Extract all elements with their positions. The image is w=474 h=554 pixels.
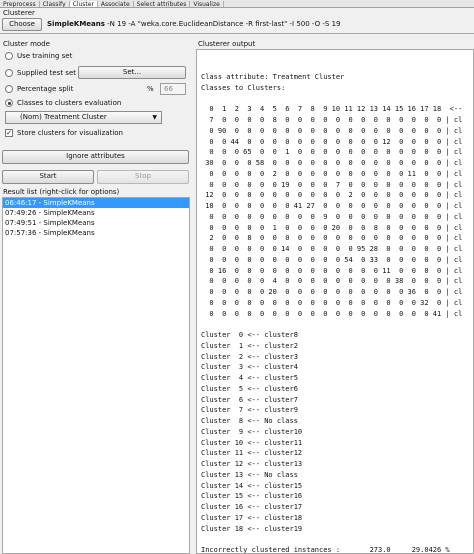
result-list-title: Result list (right-click for options) bbox=[3, 188, 120, 196]
clusterer-options: -N 19 -A "weka.core.EuclideanDistance -R… bbox=[104, 20, 341, 28]
output-line: Cluster 7 <-- cluster9 bbox=[201, 406, 298, 415]
output-line: Cluster 18 <-- cluster19 bbox=[201, 524, 303, 533]
output-line: 2 0 0 8 0 0 0 0 0 0 0 0 0 0 0 0 0 0 0 | … bbox=[201, 234, 463, 243]
output-line: 0 0 0 0 0 4 0 0 0 0 0 0 0 0 0 38 0 0 0 |… bbox=[201, 277, 463, 286]
chevron-down-icon: ▼ bbox=[152, 114, 157, 121]
store-clusters-label: Store clusters for visualization bbox=[17, 129, 123, 137]
clusterer-row: Choose SimpleKMeans -N 19 -A "weka.core.… bbox=[2, 18, 472, 31]
output-line: Cluster 9 <-- cluster10 bbox=[201, 427, 303, 436]
output-line: 0 0 0 65 0 0 1 0 0 0 0 0 0 0 0 0 0 0 0 |… bbox=[201, 148, 463, 157]
output-line: Cluster 16 <-- cluster17 bbox=[201, 503, 303, 511]
result-list-item[interactable]: 07:57:36 - SimpleKMeans bbox=[3, 228, 189, 238]
result-list-item[interactable]: 06:46:17 - SimpleKMeans bbox=[3, 198, 189, 208]
clusterer-output-text: Class attribute: Treatment Cluster Classe… bbox=[201, 72, 463, 554]
supplied-test-set-label: Supplied test set bbox=[17, 69, 76, 77]
output-line: Cluster 0 <-- cluster8 bbox=[201, 331, 298, 339]
output-line: Class attribute: Treatment Cluster bbox=[201, 73, 345, 81]
store-clusters-option[interactable]: ✓ Store clusters for visualization bbox=[5, 127, 123, 139]
radio-supplied-test-set[interactable] bbox=[5, 69, 13, 77]
right-panel: Clusterer output Class attribute: Treatm… bbox=[196, 36, 474, 554]
output-line: Cluster 4 <-- cluster5 bbox=[201, 374, 298, 382]
supplied-test-set-option[interactable]: Supplied test set bbox=[5, 67, 76, 79]
radio-use-training-set[interactable] bbox=[5, 52, 13, 60]
store-clusters-checkbox[interactable]: ✓ bbox=[5, 129, 13, 137]
output-line: Cluster 11 <-- cluster12 bbox=[201, 449, 303, 458]
class-attribute-dropdown[interactable]: (Nom) Treatment Cluster ▼ bbox=[5, 111, 162, 124]
output-line: 12 0 0 0 0 0 0 0 0 0 0 2 0 0 0 0 0 0 0 |… bbox=[201, 191, 463, 200]
output-line: 7 0 0 0 0 8 0 0 0 0 0 0 0 0 0 0 0 0 0 | … bbox=[201, 116, 463, 124]
output-line: 0 0 0 0 0 2 0 0 0 0 0 0 0 0 0 0 11 0 0 |… bbox=[201, 169, 463, 178]
output-line: Cluster 8 <-- No class bbox=[201, 417, 298, 425]
tab-cluster[interactable]: Cluster bbox=[69, 1, 98, 7]
output-line: Incorrectly clustered instances : 273.0 … bbox=[201, 546, 450, 554]
tab-associate[interactable]: Associate bbox=[98, 1, 134, 7]
start-button[interactable]: Start bbox=[2, 170, 94, 184]
left-panel: Cluster mode Use training set Supplied t… bbox=[0, 36, 192, 554]
ignore-attributes-button[interactable]: Ignore attributes bbox=[2, 150, 189, 164]
output-line: 0 0 0 0 0 0 14 0 0 0 0 0 95 28 0 0 0 0 0… bbox=[201, 245, 463, 253]
tab-visualize[interactable]: Visualize bbox=[190, 1, 224, 7]
percentage-field[interactable]: 66 bbox=[160, 83, 186, 95]
choose-button[interactable]: Choose bbox=[2, 18, 42, 31]
percentage-split-label: Percentage split bbox=[17, 85, 74, 93]
output-line: 0 16 0 0 0 0 0 0 0 0 0 0 0 0 11 0 0 0 0 … bbox=[201, 266, 463, 275]
output-line: Cluster 3 <-- cluster4 bbox=[201, 363, 298, 372]
tab-preprocess[interactable]: Preprocess bbox=[0, 1, 40, 7]
result-list-item[interactable]: 07:49:51 - SimpleKMeans bbox=[3, 218, 189, 228]
output-line: 0 0 0 0 0 0 0 0 0 0 0 0 0 0 0 0 0 32 0 |… bbox=[201, 298, 463, 307]
output-line: 18 0 0 0 0 0 0 41 27 0 0 0 0 0 0 0 0 0 0… bbox=[201, 202, 463, 210]
output-line: 0 90 0 0 0 0 0 0 0 0 0 0 0 0 0 0 0 0 0 |… bbox=[201, 126, 463, 135]
use-training-set-option[interactable]: Use training set bbox=[5, 50, 72, 62]
output-line: Cluster 15 <-- cluster16 bbox=[201, 492, 303, 501]
output-line: 0 0 0 0 0 0 19 0 0 0 7 0 0 0 0 0 0 0 0 |… bbox=[201, 180, 463, 189]
output-line: Cluster 13 <-- No class bbox=[201, 470, 298, 479]
output-line: 0 0 44 0 0 0 0 0 0 0 0 0 0 0 12 0 0 0 0 … bbox=[201, 137, 463, 146]
clusterer-output-area[interactable]: Class attribute: Treatment Cluster Classe… bbox=[196, 49, 474, 554]
use-training-set-label: Use training set bbox=[17, 52, 73, 60]
output-line: 0 0 0 0 0 1 0 0 0 0 20 0 0 8 0 0 0 0 0 |… bbox=[201, 223, 463, 232]
radio-percentage-split[interactable] bbox=[5, 85, 13, 93]
output-line: Classes to Clusters: bbox=[201, 83, 286, 92]
tab-classify[interactable]: Classify bbox=[40, 1, 70, 7]
output-line: 30 0 0 0 58 0 0 0 0 0 0 0 0 0 0 0 0 0 0 … bbox=[201, 159, 463, 167]
clusterer-command[interactable]: SimpleKMeans -N 19 -A "weka.core.Euclide… bbox=[47, 20, 340, 28]
divider bbox=[0, 33, 474, 34]
output-line: Cluster 1 <-- cluster2 bbox=[201, 341, 298, 350]
cluster-mode-title: Cluster mode bbox=[3, 40, 50, 48]
clusterer-algorithm: SimpleKMeans bbox=[47, 20, 105, 28]
output-line: Cluster 12 <-- cluster13 bbox=[201, 460, 303, 468]
output-line: Cluster 2 <-- cluster3 bbox=[201, 352, 298, 361]
clusterer-section-label: Clusterer bbox=[3, 9, 35, 17]
output-line: 0 0 0 0 0 0 0 0 0 0 0 54 0 33 0 0 0 0 0 … bbox=[201, 255, 463, 264]
radio-classes-to-clusters[interactable] bbox=[5, 99, 13, 107]
output-line: 0 0 0 0 0 0 0 0 0 0 0 0 0 0 0 0 0 0 41 |… bbox=[201, 309, 463, 318]
output-line: 0 0 0 0 0 20 0 0 0 0 0 0 0 0 0 0 36 0 0 … bbox=[201, 288, 463, 296]
classes-to-clusters-option[interactable]: Classes to clusters evaluation bbox=[5, 97, 121, 109]
classes-to-clusters-label: Classes to clusters evaluation bbox=[17, 99, 122, 107]
result-list-item[interactable]: 07:49:26 - SimpleKMeans bbox=[3, 208, 189, 218]
class-attribute-value: (Nom) Treatment Cluster bbox=[20, 113, 107, 121]
percent-symbol: % bbox=[147, 85, 154, 93]
output-line: 0 1 2 3 4 5 6 7 8 9 10 11 12 13 14 15 16… bbox=[201, 105, 463, 114]
clusterer-output-title: Clusterer output bbox=[198, 40, 256, 48]
percentage-split-option[interactable]: Percentage split bbox=[5, 83, 73, 95]
result-list[interactable]: 06:46:17 - SimpleKMeans 07:49:26 - Simple… bbox=[2, 197, 190, 554]
output-line: Cluster 17 <-- cluster18 bbox=[201, 513, 303, 522]
tab-bar: Preprocess Classify Cluster Associate Select… bbox=[0, 0, 474, 8]
output-line: Cluster 5 <-- cluster6 bbox=[201, 384, 298, 393]
output-line: Cluster 10 <-- cluster11 bbox=[201, 438, 303, 447]
tab-select-attributes[interactable]: Select attributes bbox=[134, 1, 191, 7]
output-line: Cluster 14 <-- cluster15 bbox=[201, 481, 303, 490]
stop-button[interactable]: Stop bbox=[97, 170, 189, 184]
output-line: Cluster 6 <-- cluster7 bbox=[201, 395, 298, 404]
output-line: 0 0 0 0 0 0 0 0 0 9 0 0 0 0 0 0 0 0 0 | … bbox=[201, 212, 463, 221]
set-button[interactable]: Set... bbox=[78, 66, 186, 79]
